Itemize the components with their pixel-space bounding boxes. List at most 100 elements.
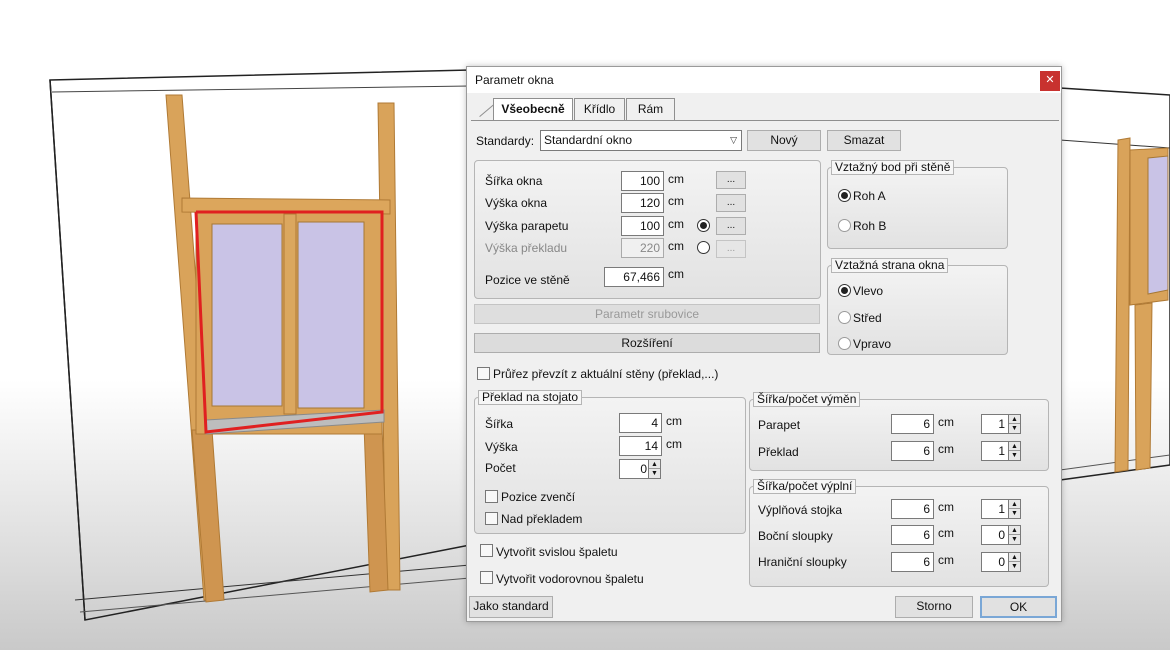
window-parameter-dialog: Parametr okna ✕ Všeobecně Křídlo Rám Sta… [466, 66, 1062, 622]
parapet-dots-button[interactable]: ... [716, 217, 746, 235]
take-section-checkbox[interactable] [477, 367, 490, 380]
timber-glass-far-right [1147, 155, 1169, 295]
spin-up-icon[interactable]: ▲ [1009, 553, 1020, 562]
spin-down-icon[interactable]: ▼ [1009, 509, 1020, 518]
fill-stud-unit: cm [938, 500, 954, 514]
radio-corner-b[interactable] [838, 219, 851, 232]
lintel-dots-button[interactable]: ... [716, 240, 746, 258]
lintel-count-spinner[interactable]: ▲ ▼ [648, 459, 661, 479]
horizontal-reveal-label: Vytvořit vodorovnou špaletu [496, 572, 644, 586]
vertical-reveal-checkbox[interactable] [480, 544, 493, 557]
lintel-height-field2[interactable]: 14 [619, 436, 662, 456]
tab-sash[interactable]: Křídlo [574, 98, 625, 120]
outside-position-checkbox[interactable] [485, 490, 498, 503]
spin-down-icon[interactable]: ▼ [1009, 535, 1020, 544]
fill-stud-field[interactable]: 6 [891, 499, 934, 519]
lintel-height-unit: cm [668, 239, 684, 253]
spin-down-icon[interactable]: ▼ [1009, 562, 1020, 571]
radio-center[interactable] [838, 311, 851, 324]
window-glass-right [297, 221, 365, 409]
edge-posts-spinner[interactable]: ▲ ▼ [1008, 552, 1021, 572]
spin-up-icon[interactable]: ▲ [1009, 500, 1020, 509]
window-glass-left [211, 223, 283, 407]
dimensions-group: Šířka okna 100 cm ... Výška okna 120 cm … [474, 160, 821, 299]
position-field[interactable]: 67,466 [604, 267, 664, 287]
fill-stud-label: Výplňová stojka [758, 503, 843, 517]
timber-post-left-lower [191, 429, 225, 603]
fill-stud-count[interactable]: 1 [981, 499, 1009, 519]
cancel-button[interactable]: Storno [895, 596, 973, 618]
cutout-parapet-spinner[interactable]: ▲ ▼ [1008, 414, 1021, 434]
lintel-height-label2: Výška [485, 440, 518, 454]
cutout-lintel-count[interactable]: 1 [981, 441, 1009, 461]
left-label: Vlevo [853, 284, 884, 298]
width-dots-button[interactable]: ... [716, 171, 746, 189]
cutout-lintel-spinner[interactable]: ▲ ▼ [1008, 441, 1021, 461]
log-param-button[interactable]: Parametr srubovice [474, 304, 820, 324]
side-posts-spinner[interactable]: ▲ ▼ [1008, 525, 1021, 545]
fill-stud-spinner[interactable]: ▲ ▼ [1008, 499, 1021, 519]
radio-left[interactable] [838, 284, 851, 297]
above-lintel-checkbox[interactable] [485, 512, 498, 525]
height-unit: cm [668, 194, 684, 208]
side-posts-field[interactable]: 6 [891, 525, 934, 545]
spin-up-icon[interactable]: ▲ [1009, 526, 1020, 535]
radio-corner-a[interactable] [838, 189, 851, 202]
spin-down-icon[interactable]: ▼ [649, 469, 660, 478]
side-posts-count[interactable]: 0 [981, 525, 1009, 545]
cutout-lintel-unit: cm [938, 442, 954, 456]
lintel-count-field[interactable]: 0 [619, 459, 651, 479]
horizontal-reveal-checkbox[interactable] [480, 571, 493, 584]
tab-general[interactable]: Všeobecně [493, 98, 573, 121]
width-label: Šířka okna [485, 174, 543, 188]
lintel-width-unit: cm [666, 414, 682, 428]
tab-frame[interactable]: Rám [626, 98, 675, 120]
parapet-height-radio[interactable] [697, 219, 710, 232]
lintel-height-radio[interactable] [697, 241, 710, 254]
width-field[interactable]: 100 [621, 171, 664, 191]
as-standard-button[interactable]: Jako standard [469, 596, 553, 618]
cutout-lintel-field[interactable]: 6 [891, 441, 934, 461]
standards-label: Standardy: [476, 134, 535, 148]
wall-right-edge [1059, 139, 1170, 149]
parapet-height-label: Výška parapetu [485, 219, 569, 233]
lintel-height-unit2: cm [666, 437, 682, 451]
chevron-down-icon[interactable]: ▽ [730, 131, 737, 150]
extension-button[interactable]: Rozšíření [474, 333, 820, 353]
lintel-width-label: Šířka [485, 417, 514, 431]
above-lintel-label: Nad překladem [501, 512, 583, 526]
new-button[interactable]: Nový [747, 130, 821, 151]
parapet-height-unit: cm [668, 217, 684, 231]
edge-posts-field[interactable]: 6 [891, 552, 934, 572]
spin-up-icon[interactable]: ▲ [1009, 415, 1020, 424]
corner-b-label: Roh B [853, 219, 887, 233]
height-field[interactable]: 120 [621, 193, 664, 213]
close-icon[interactable]: ✕ [1040, 71, 1060, 91]
delete-button[interactable]: Smazat [827, 130, 901, 151]
lintel-width-field[interactable]: 4 [619, 413, 662, 433]
height-dots-button[interactable]: ... [716, 194, 746, 212]
edge-posts-count[interactable]: 0 [981, 552, 1009, 572]
window-mullion [283, 213, 297, 415]
lintel-count-label: Počet [485, 461, 516, 475]
spin-up-icon[interactable]: ▲ [1009, 442, 1020, 451]
cutout-parapet-field[interactable]: 6 [891, 414, 934, 434]
cutout-lintel-label: Překlad [758, 445, 799, 459]
radio-right[interactable] [838, 337, 851, 350]
standards-select[interactable]: Standardní okno ▽ [540, 130, 742, 151]
parapet-height-field[interactable]: 100 [621, 216, 664, 236]
edge-posts-label: Hraniční sloupky [758, 555, 847, 569]
cutout-parapet-count[interactable]: 1 [981, 414, 1009, 434]
center-label: Střed [853, 311, 882, 325]
spin-up-icon[interactable]: ▲ [649, 460, 660, 469]
cutout-group: Šířka/počet výměn Parapet 6 cm 1 ▲ ▼ Přek… [749, 392, 1049, 471]
position-unit: cm [668, 267, 684, 281]
lintel-height-field[interactable]: 220 [621, 238, 664, 258]
ok-button[interactable]: OK [980, 596, 1057, 618]
spin-down-icon[interactable]: ▼ [1009, 451, 1020, 460]
reference-point-group: Vztažný bod při stěně Roh A Roh B [827, 160, 1008, 249]
spin-down-icon[interactable]: ▼ [1009, 424, 1020, 433]
dialog-titlebar: Parametr okna ✕ [467, 67, 1061, 93]
take-section-label: Průřez převzít z aktuální stěny (překlad… [493, 367, 719, 381]
cutout-title: Šířka/počet výměn [753, 392, 861, 407]
